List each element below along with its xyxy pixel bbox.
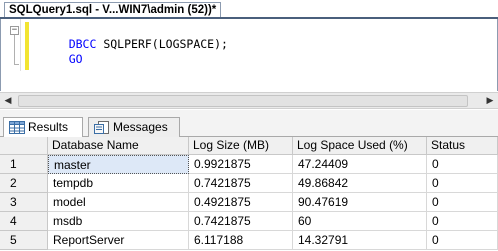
query-document-tab[interactable]: SQLQuery1.sql - V...WIN7\admin (52))* <box>4 2 222 18</box>
table-cell[interactable]: tempdb <box>48 174 189 193</box>
row-header[interactable]: 4 <box>0 212 48 231</box>
row-header[interactable]: 2 <box>0 174 48 193</box>
table-cell[interactable]: model <box>48 193 189 212</box>
collapse-region-icon[interactable]: − <box>10 26 19 35</box>
scrollbar-thumb[interactable] <box>18 95 468 107</box>
grid-icon <box>9 121 25 134</box>
row-header[interactable]: 1 <box>0 155 48 174</box>
tab-results[interactable]: Results <box>3 117 83 138</box>
editor-gutter-divider <box>20 19 21 71</box>
sql-keyword: GO <box>68 52 83 66</box>
results-grid[interactable]: Database Name Log Size (MB) Log Space Us… <box>0 137 498 251</box>
table-cell[interactable]: 0 <box>427 231 498 250</box>
scroll-right-icon[interactable]: ▶ <box>482 93 498 109</box>
tab-messages[interactable]: Messages <box>88 117 180 137</box>
outline-line <box>14 35 15 65</box>
outline-line-end <box>14 64 19 65</box>
table-cell[interactable]: 49.86842 <box>293 174 427 193</box>
table-cell[interactable]: 0.9921875 <box>189 155 293 174</box>
table-cell[interactable]: 0 <box>427 174 498 193</box>
table-cell[interactable]: 90.47619 <box>293 193 427 212</box>
table-cell[interactable]: 0.4921875 <box>189 193 293 212</box>
table-cell[interactable]: 14.32791 <box>293 231 427 250</box>
row-header[interactable]: 5 <box>0 231 48 250</box>
messages-icon <box>94 121 109 134</box>
table-cell[interactable]: 0.7421875 <box>189 212 293 231</box>
editor-horizontal-scrollbar[interactable]: ◀ ▶ <box>0 92 498 109</box>
column-header[interactable]: Database Name <box>48 137 189 155</box>
tab-messages-label: Messages <box>113 120 168 134</box>
table-cell[interactable]: ReportServer <box>48 231 189 250</box>
tab-results-label: Results <box>28 120 69 134</box>
table-cell[interactable]: 60 <box>293 212 427 231</box>
table-cell[interactable]: msdb <box>48 212 189 231</box>
table-cell[interactable]: 0 <box>427 155 498 174</box>
row-header[interactable]: 3 <box>0 193 48 212</box>
column-header[interactable]: Status <box>427 137 498 155</box>
table-cell[interactable]: 6.117188 <box>189 231 293 250</box>
table-cell[interactable]: 0 <box>427 212 498 231</box>
sql-editor[interactable]: − DBCC SQLPERF(LOGSPACE); GO <box>0 19 498 91</box>
sql-text: SQLPERF(LOGSPACE); <box>96 37 228 51</box>
column-header[interactable]: Log Space Used (%) <box>293 137 427 155</box>
table-cell[interactable]: 47.24409 <box>293 155 427 174</box>
document-tab-strip: SQLQuery1.sql - V...WIN7\admin (52))* <box>0 0 498 19</box>
code-line-2[interactable]: GO <box>41 38 83 80</box>
table-cell[interactable]: 0 <box>427 193 498 212</box>
column-header[interactable]: Log Size (MB) <box>189 137 293 155</box>
results-tab-bar: Results Messages <box>0 110 498 138</box>
unsaved-change-bar <box>25 22 29 70</box>
table-cell[interactable]: 0.7421875 <box>189 174 293 193</box>
grid-corner-header[interactable] <box>0 137 48 155</box>
scroll-left-icon[interactable]: ◀ <box>0 93 16 109</box>
table-cell[interactable]: master <box>48 155 189 174</box>
